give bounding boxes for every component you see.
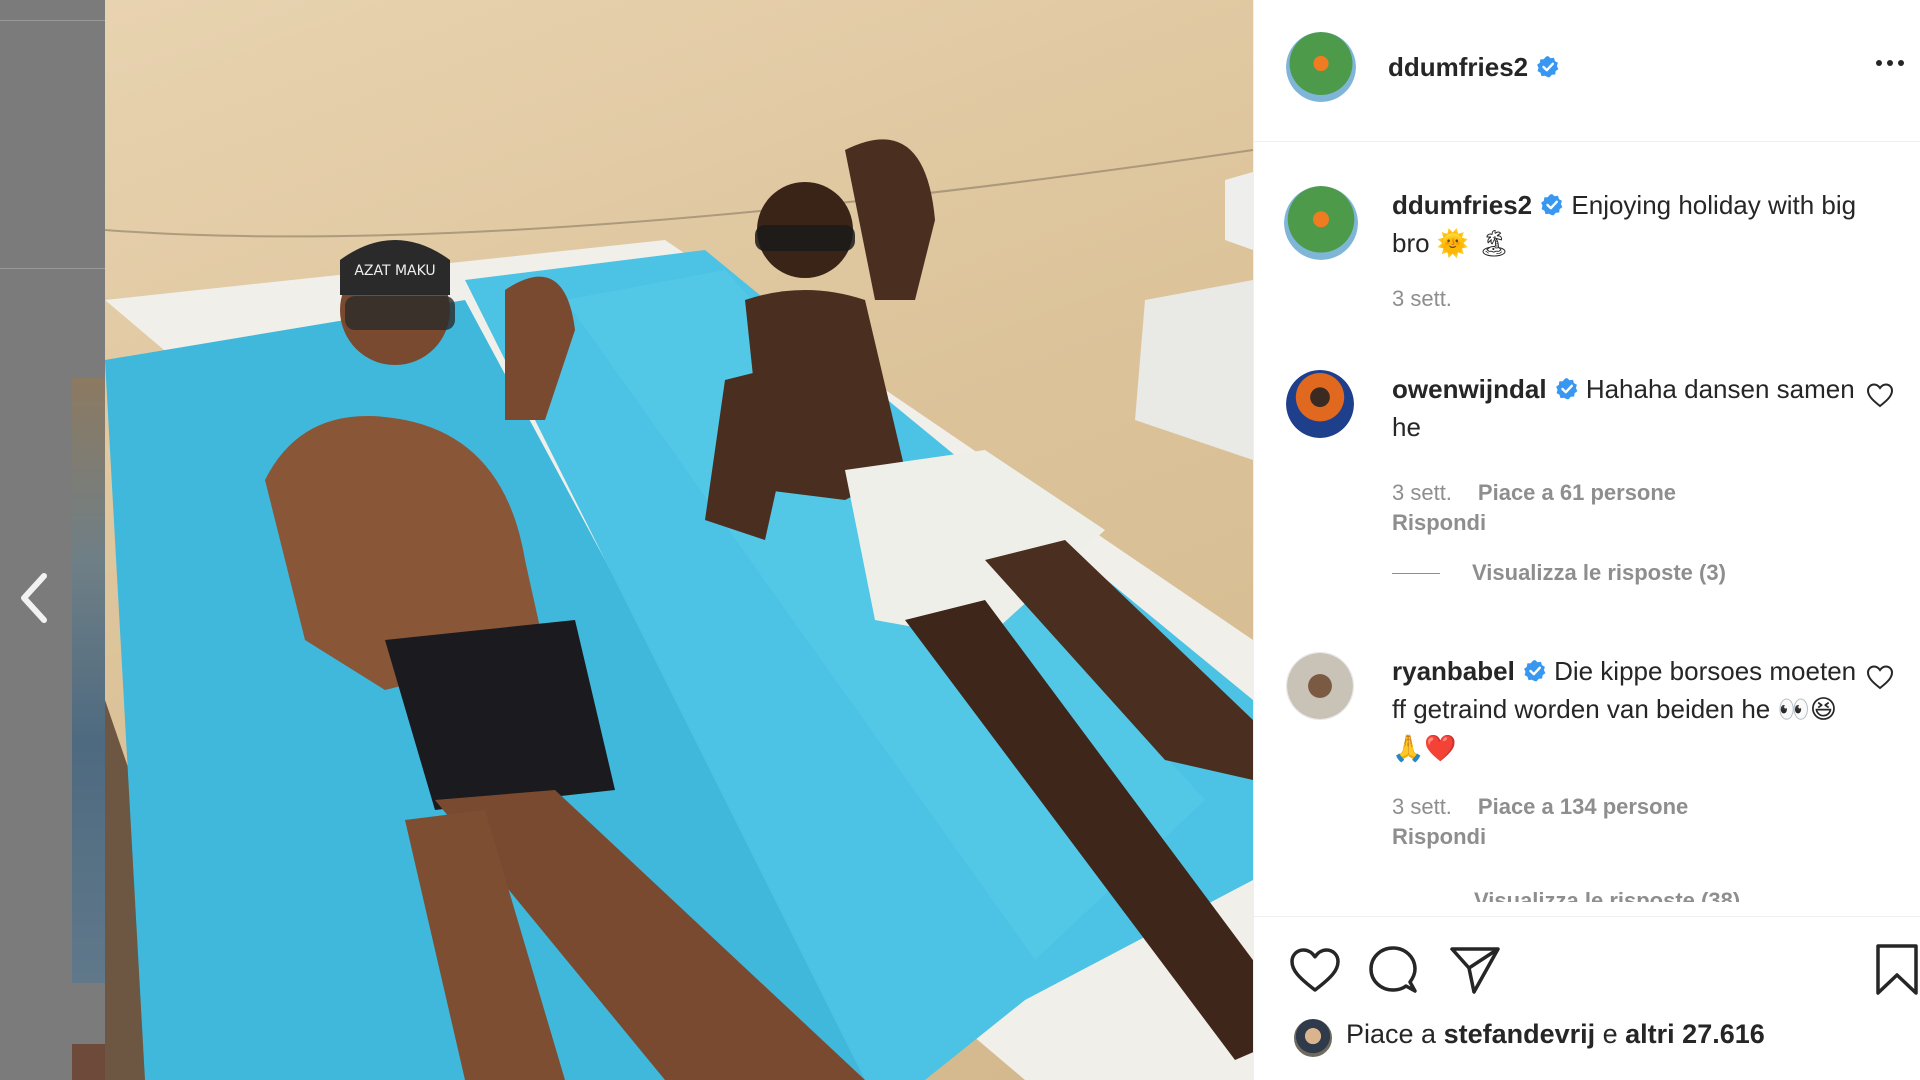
verified-icon	[1523, 660, 1546, 682]
more-icon	[1876, 60, 1882, 66]
instagram-post-modal: AZAT MAKU ddumfries2 ddumfries2 Enjoying…	[0, 0, 1920, 1080]
more-icon	[1898, 60, 1904, 66]
author-username-header[interactable]: ddumfries2	[1388, 52, 1560, 83]
comment-likes[interactable]: Piace a 61 persone	[1478, 480, 1676, 505]
comment-likes[interactable]: Piace a 134 persone	[1478, 794, 1688, 819]
verified-icon	[1537, 56, 1559, 78]
comment-text: owenwijndal Hahaha dansen samen he	[1392, 370, 1862, 446]
more-icon	[1887, 60, 1893, 66]
liker-username[interactable]: stefandevrij	[1444, 1019, 1596, 1049]
more-options-button[interactable]	[1867, 48, 1913, 78]
author-avatar[interactable]	[1286, 32, 1356, 102]
commenter-username[interactable]: owenwijndal	[1392, 374, 1547, 404]
likes-others[interactable]: altri 27.616	[1625, 1019, 1765, 1049]
commenter-username[interactable]: ryanbabel	[1392, 656, 1515, 686]
like-button[interactable]	[1286, 941, 1344, 999]
like-comment-heart-icon[interactable]	[1866, 382, 1894, 408]
divider	[0, 20, 105, 21]
post-photo: AZAT MAKU	[105, 0, 1253, 1080]
background-photo	[72, 378, 105, 983]
view-replies-label: Visualizza le risposte (3)	[1472, 560, 1726, 585]
share-icon	[1450, 947, 1500, 994]
author-username[interactable]: ddumfries2	[1388, 52, 1528, 82]
commenter-avatar[interactable]	[1286, 652, 1354, 720]
comment-meta: 3 sett. Piace a 134 persone	[1392, 794, 1688, 820]
comment-time[interactable]: 3 sett.	[1392, 794, 1452, 819]
chevron-left-icon	[21, 573, 47, 623]
cap-text: AZAT MAKU	[354, 263, 435, 279]
author-avatar[interactable]	[1284, 186, 1358, 260]
view-replies-label: Visualizza le risposte (38)	[1474, 888, 1741, 902]
divider	[0, 268, 105, 269]
view-replies-button[interactable]: Visualizza le risposte (38)	[1474, 886, 1740, 902]
bookmark-icon	[1876, 944, 1918, 995]
save-button[interactable]	[1868, 941, 1920, 999]
comments-list[interactable]: ddumfries2 Enjoying holiday with big bro…	[1254, 142, 1920, 916]
post-actions: Piace a stefandevrij e altri 27.616	[1254, 916, 1920, 1080]
comment-button[interactable]	[1364, 941, 1422, 999]
verified-icon	[1555, 378, 1577, 400]
caption-emoji: 🌞 🏝	[1436, 229, 1511, 259]
comment-text: ryanbabel Die kippe borsoes moeten ff ge…	[1392, 652, 1862, 768]
post-sidebar: ddumfries2 ddumfries2 Enjoying holiday w…	[1253, 0, 1920, 1080]
share-button[interactable]	[1446, 941, 1504, 999]
verified-icon	[1541, 194, 1563, 216]
post-header: ddumfries2	[1254, 0, 1920, 142]
comment-icon	[1369, 946, 1417, 993]
comment-meta: 3 sett. Piace a 61 persone	[1392, 480, 1676, 506]
heart-icon	[1290, 948, 1340, 992]
caption-text: ddumfries2 Enjoying holiday with big bro…	[1392, 186, 1862, 263]
reply-button[interactable]: Rispondi	[1392, 824, 1486, 850]
divider	[1392, 572, 1440, 574]
like-comment-heart-icon[interactable]	[1866, 664, 1894, 690]
likes-prefix: Piace a	[1346, 1019, 1444, 1049]
reply-button[interactable]: Rispondi	[1392, 510, 1486, 536]
commenter-avatar[interactable]	[1286, 370, 1354, 438]
caption-username[interactable]: ddumfries2	[1392, 190, 1532, 220]
comment-time[interactable]: 3 sett.	[1392, 480, 1452, 505]
view-replies-button[interactable]: Visualizza le risposte (3)	[1392, 560, 1726, 586]
caption-time[interactable]: 3 sett.	[1392, 286, 1452, 312]
likes-middle: e	[1595, 1019, 1626, 1049]
likes-summary: Piace a stefandevrij e altri 27.616	[1346, 1019, 1765, 1050]
background-photo	[72, 1044, 105, 1080]
liker-avatar[interactable]	[1292, 1017, 1334, 1059]
previous-post-button[interactable]	[10, 568, 56, 628]
